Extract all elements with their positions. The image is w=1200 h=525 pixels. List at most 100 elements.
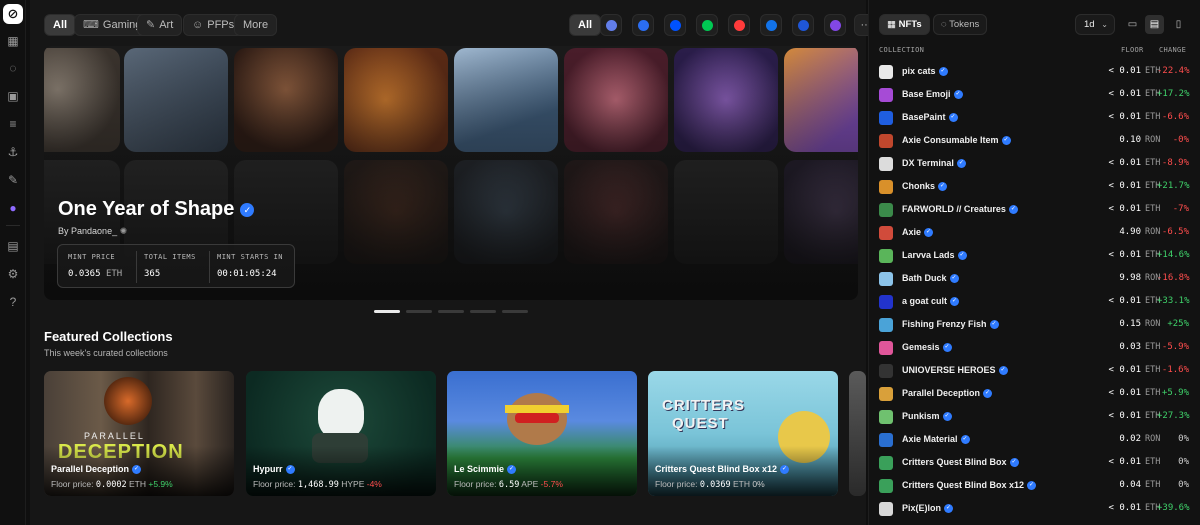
coin-icon: ◌ (941, 19, 947, 30)
chain-ronin-button[interactable] (760, 14, 782, 36)
tab-nfts[interactable]: ▦ NFTs (879, 14, 930, 35)
chain-immutable-button[interactable] (792, 14, 814, 36)
help-icon[interactable]: ? (4, 293, 22, 311)
hero-creator[interactable]: By Pandaone_ ✺ (58, 226, 127, 237)
tokens-icon[interactable]: ◌ (4, 59, 22, 77)
verified-creator-icon: ✺ (119, 226, 128, 236)
category-art-chip[interactable]: ✎ Art (137, 14, 183, 36)
carousel-dot[interactable] (470, 310, 496, 313)
collection-row[interactable]: Axie Material ✓ 0.02 RON 0% (879, 429, 1191, 452)
card-floor: Floor price: 0.0002 ETH +5.9% (51, 479, 173, 490)
collection-row[interactable]: Bath Duck ✓ 9.98 RON -16.8% (879, 268, 1191, 291)
mint-price-stat: MINT PRICE 0.0365 ETH (68, 253, 123, 279)
column-header-change[interactable]: CHANGE (1159, 46, 1186, 54)
anchor-icon[interactable]: ⚓ (4, 143, 22, 161)
collection-floor: 0.15 (1119, 319, 1141, 329)
collection-avatar (879, 341, 893, 355)
column-header-floor[interactable]: FLOOR (1121, 46, 1144, 54)
category-more-chip[interactable]: More (234, 14, 278, 36)
logo-icon[interactable]: ⊘ (3, 4, 23, 24)
collection-name: Critters Quest Blind Box x12 ✓ (902, 480, 1037, 491)
carousel-dot[interactable] (406, 310, 432, 313)
list-view-icon[interactable]: ▭ (1123, 15, 1142, 34)
carousel-dot[interactable] (502, 310, 528, 313)
expand-panel-icon[interactable]: ▯ (1169, 15, 1188, 34)
dashboard-icon[interactable]: ▦ (4, 32, 22, 50)
collection-row[interactable]: Pix(E)lon ✓ < 0.01 ETH +39.6% (879, 498, 1191, 521)
collection-row[interactable]: Punkism ✓ < 0.01 ETH +27.3% (879, 406, 1191, 429)
collection-name: pix cats ✓ (902, 66, 948, 77)
collection-row[interactable]: Axie Consumable Item ✓ 0.10 RON -0% (879, 130, 1191, 153)
trending-panel: ▦ NFTs ◌ Tokens 1d ⌄ ▭ ▤ ▯ COLLECTION FL… (868, 0, 1200, 525)
featured-card-le-scimmie[interactable]: Le Scimmie ✓ Floor price: 6.59 APE -5.7% (447, 371, 637, 496)
collection-floor: < 0.01 (1108, 89, 1141, 99)
collection-row[interactable]: Larvva Lads ✓ < 0.01 ETH +14.6% (879, 245, 1191, 268)
chain-polygon-button[interactable] (824, 14, 846, 36)
collection-row[interactable]: Fishing Frenzy Fish ✓ 0.15 RON +25% (879, 314, 1191, 337)
collection-floor: < 0.01 (1108, 411, 1141, 421)
collection-row[interactable]: Critters Quest Blind Box x12 ✓ 0.04 ETH 0% (879, 475, 1191, 498)
collection-row[interactable]: Chonks ✓ < 0.01 ETH +21.7% (879, 176, 1191, 199)
column-header-collection[interactable]: COLLECTION (879, 46, 924, 54)
pen-icon[interactable]: ✎ (4, 171, 22, 189)
chain-flow-button[interactable] (696, 14, 718, 36)
card-art-text: PARALLEL (84, 431, 145, 441)
calendar-icon[interactable]: ▣ (4, 87, 22, 105)
collection-avatar-icon[interactable]: ● (4, 199, 22, 217)
collection-row[interactable]: pix cats ✓ < 0.01 ETH -22.4% (879, 61, 1191, 84)
collection-change: -5.9% (1161, 342, 1189, 352)
chain-ethereum-button[interactable] (600, 14, 622, 36)
featured-card-hypurr[interactable]: Hypurr ✓ Floor price: 1,468.99 HYPE -4% (246, 371, 436, 496)
verified-badge-icon: ✓ (950, 297, 960, 307)
collection-row[interactable]: Gemesis ✓ 0.03 ETH -5.9% (879, 337, 1191, 360)
list-icon[interactable]: ≡ (4, 115, 22, 133)
app-window: ⊘ ▦ ◌ ▣ ≡ ⚓ ✎ ● ▤ ⚙ ? All ⌨ Gaming ✎ Art ☺… (0, 0, 1200, 525)
featured-card-parallel-deception[interactable]: PARALLEL DECEPTION Parallel Deception✓ F… (44, 371, 234, 496)
collection-row[interactable]: Base Emoji ✓ < 0.01 ETH +17.2% (879, 84, 1191, 107)
collection-row[interactable]: FARWORLD // Creatures ✓ < 0.01 ETH -7% (879, 199, 1191, 222)
collection-avatar (879, 157, 893, 171)
tab-tokens[interactable]: ◌ Tokens (933, 14, 988, 35)
collection-name: Bath Duck ✓ (902, 273, 959, 284)
chain-apechain-button[interactable] (728, 14, 750, 36)
table-view-icon[interactable]: ▤ (1145, 15, 1164, 34)
collection-row[interactable]: a goat cult ✓ < 0.01 ETH +33.1% (879, 291, 1191, 314)
collection-row[interactable]: Parallel Deception ✓ < 0.01 ETH +5.9% (879, 383, 1191, 406)
settings-icon[interactable]: ⚙ (4, 265, 22, 283)
collection-row[interactable]: Axie ✓ 4.90 RON -6.5% (879, 222, 1191, 245)
verified-badge-icon: ✓ (948, 113, 958, 123)
chevron-down-icon: ⌄ (1101, 20, 1108, 29)
chain-all-chip[interactable]: All (569, 14, 602, 36)
featured-card-partial[interactable] (849, 371, 866, 496)
gamepad-icon: ⌨ (83, 19, 99, 31)
verified-badge-icon: ✓ (938, 182, 948, 192)
collection-name: Base Emoji ✓ (902, 89, 963, 100)
category-all-chip[interactable]: All (44, 14, 77, 36)
collection-change: -7% (1172, 204, 1189, 214)
collection-change: +33.1% (1157, 296, 1190, 306)
collection-name: Fishing Frenzy Fish ✓ (902, 319, 999, 330)
library-icon[interactable]: ▤ (4, 237, 22, 255)
collection-name: DX Terminal ✓ (902, 158, 966, 169)
collection-row[interactable]: DX Terminal ✓ < 0.01 ETH -8.9% (879, 153, 1191, 176)
collection-row[interactable]: UNIOVERSE HEROES ✓ < 0.01 ETH -1.6% (879, 360, 1191, 383)
hero-title[interactable]: One Year of Shape ✓ (58, 198, 255, 221)
card-floor: Floor price: 0.0369 ETH 0% (655, 479, 765, 490)
collection-floor: 4.90 (1119, 227, 1141, 237)
collection-floor: < 0.01 (1108, 158, 1141, 168)
verified-badge-icon: ✓ (507, 465, 517, 475)
carousel-dot[interactable] (438, 310, 464, 313)
collection-row[interactable]: BasePaint ✓ < 0.01 ETH -6.6% (879, 107, 1191, 130)
timeframe-select[interactable]: 1d ⌄ (1075, 14, 1115, 35)
chain-solana-button[interactable] (632, 14, 654, 36)
card-art-cat (318, 389, 364, 439)
hero-banner[interactable]: One Year of Shape ✓ By Pandaone_ ✺ MINT P… (44, 46, 858, 300)
chain-base-button[interactable] (664, 14, 686, 36)
featured-card-critters-quest[interactable]: CRITTERS QUEST Critters Quest Blind Box … (648, 371, 838, 496)
verified-badge-icon: ✓ (942, 343, 952, 353)
collection-name: Gemesis ✓ (902, 342, 952, 353)
collection-row[interactable]: Critters Quest Blind Box ✓ < 0.01 ETH 0% (879, 452, 1191, 475)
collection-name: Punkism ✓ (902, 411, 952, 422)
carousel-dot[interactable] (374, 310, 400, 313)
featured-title: Featured Collections (44, 329, 173, 344)
